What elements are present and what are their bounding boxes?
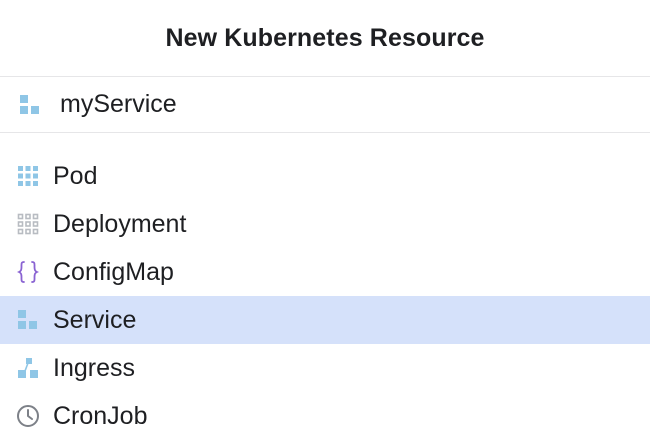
configmap-icon: [16, 260, 40, 284]
resource-item-label: Service: [53, 305, 137, 334]
resource-item-pod[interactable]: Pod: [0, 152, 650, 200]
resource-item-ingress[interactable]: Ingress: [0, 344, 650, 392]
dialog-title: New Kubernetes Resource: [165, 23, 485, 52]
cronjob-icon: [16, 404, 40, 428]
service-icon: [16, 308, 40, 332]
resource-item-cronjob[interactable]: CronJob: [0, 392, 650, 436]
resource-item-label: Pod: [53, 161, 98, 190]
dialog-header: New Kubernetes Resource: [0, 0, 650, 77]
resource-item-configmap[interactable]: ConfigMap: [0, 248, 650, 296]
resource-item-label: Deployment: [53, 209, 187, 238]
name-row: [0, 77, 650, 133]
pod-icon: [16, 164, 40, 188]
resource-item-label: ConfigMap: [53, 257, 174, 286]
deployment-icon: [16, 212, 40, 236]
resource-item-deployment[interactable]: Deployment: [0, 200, 650, 248]
new-resource-dialog: New Kubernetes Resource myService Pod De…: [0, 0, 650, 436]
resource-name-input[interactable]: [60, 90, 620, 119]
ingress-icon: [16, 356, 40, 380]
resource-type-list: Pod Deployment ConfigMap Service Ingress…: [0, 152, 650, 436]
resource-item-label: CronJob: [53, 401, 148, 430]
resource-item-label: Ingress: [53, 353, 135, 382]
resource-item-service[interactable]: Service: [0, 296, 650, 344]
service-icon: [18, 93, 42, 117]
